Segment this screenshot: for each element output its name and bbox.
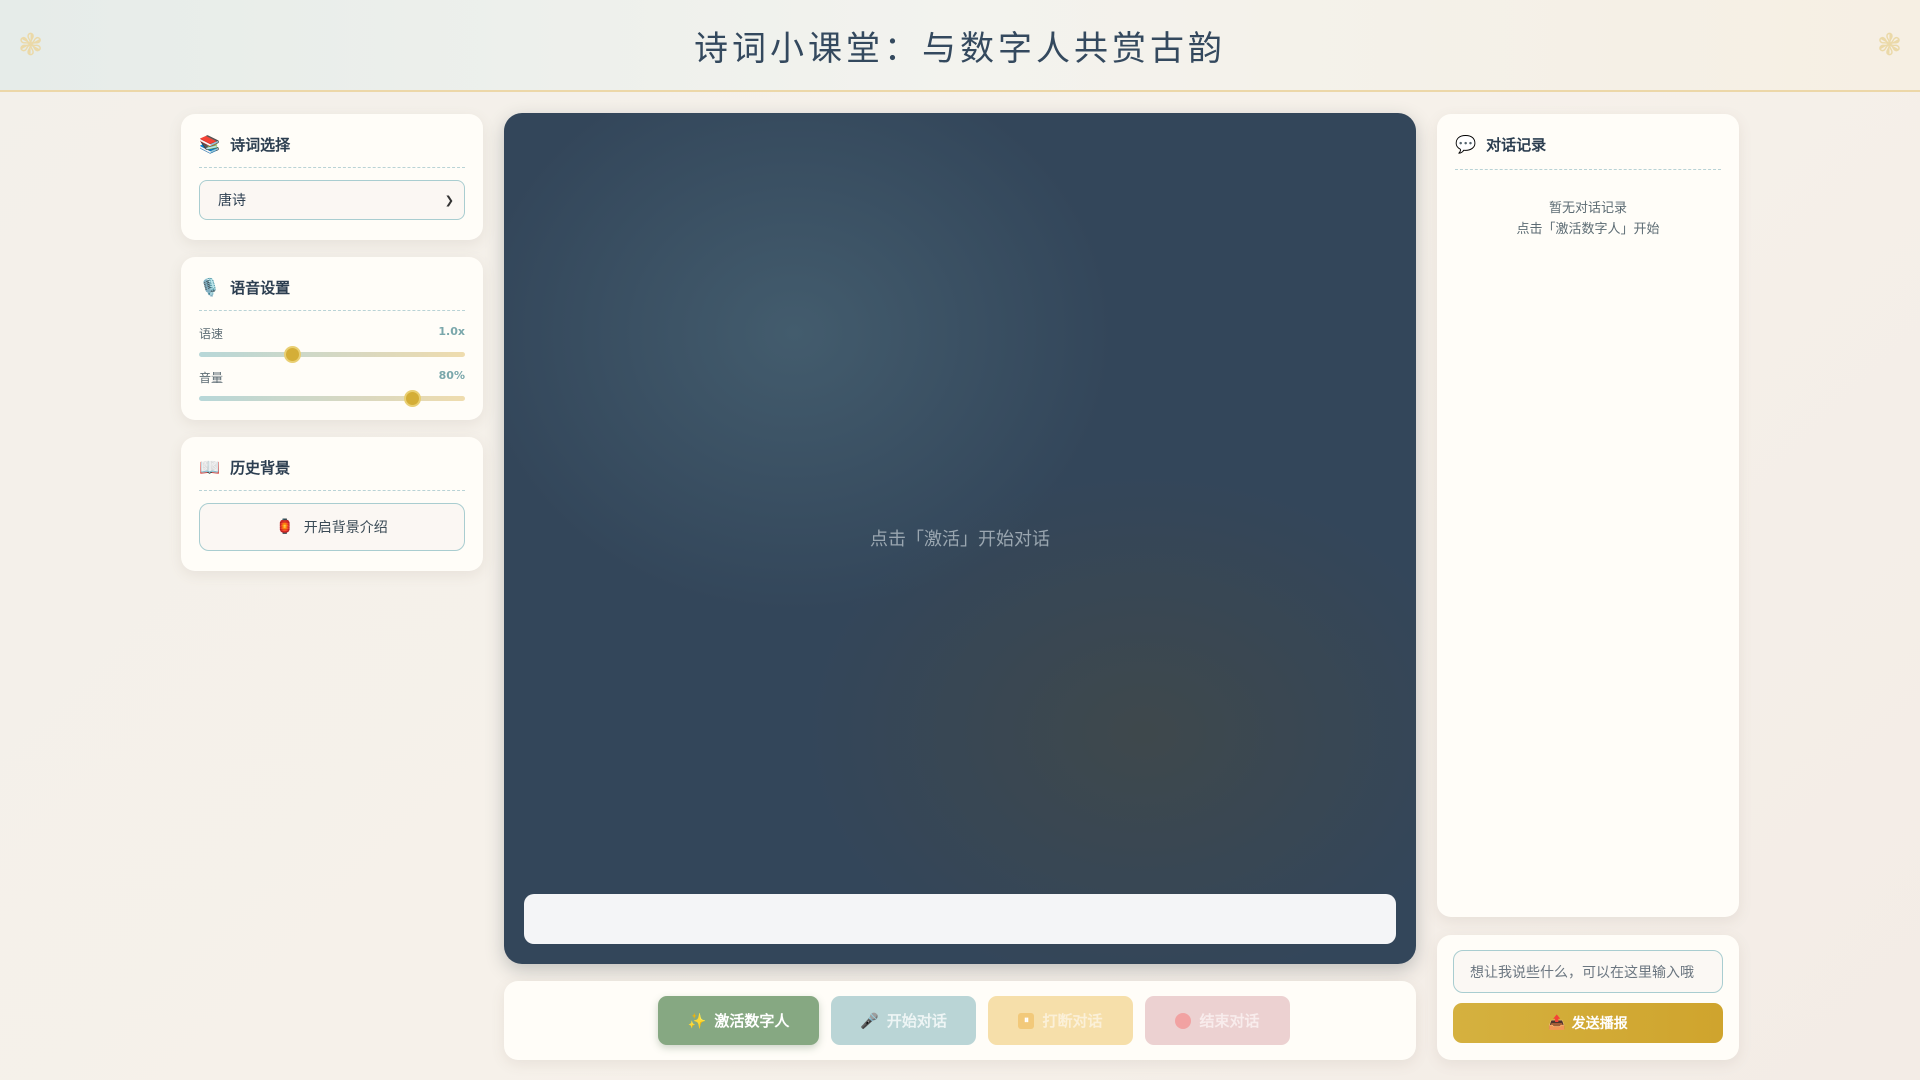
speed-slider[interactable] bbox=[199, 346, 465, 363]
flower-ornament-icon: ❃ bbox=[18, 28, 44, 63]
pause-icon: ⏸ bbox=[1018, 1012, 1035, 1029]
voice-settings-panel: 🎙️ 语音设置 语速 1.0x 音量 80% bbox=[181, 257, 483, 420]
broadcast-input-panel: 想让我说些什么，可以在这里输入哦 📤 发送播报 bbox=[1437, 935, 1739, 1060]
chat-log-panel: 💬 对话记录 暂无对话记录 点击「激活数字人」开始 bbox=[1437, 114, 1739, 917]
open-book-icon: 📖 bbox=[199, 457, 221, 478]
panel-title: 对话记录 bbox=[1486, 136, 1547, 154]
microphone-icon: 🎙️ bbox=[199, 277, 221, 298]
volume-slider[interactable] bbox=[199, 390, 465, 407]
button-label: 发送播报 bbox=[1571, 1016, 1628, 1032]
speed-label: 语速 bbox=[199, 327, 224, 341]
start-dialog-button[interactable]: 🎤 开始对话 bbox=[831, 996, 976, 1045]
button-label: 开启背景介绍 bbox=[303, 520, 388, 536]
outbox-icon: 📤 bbox=[1548, 1015, 1566, 1031]
volume-value: 80% bbox=[438, 369, 465, 382]
panel-header: 📚 诗词选择 bbox=[199, 134, 465, 168]
button-label: 结束对话 bbox=[1199, 1012, 1260, 1030]
panel-title: 语音设置 bbox=[230, 279, 291, 297]
slider-thumb[interactable] bbox=[284, 346, 302, 363]
lantern-icon: 🏮 bbox=[276, 519, 294, 535]
interrupt-button[interactable]: ⏸ 打断对话 bbox=[988, 996, 1133, 1045]
start-background-button[interactable]: 🏮 开启背景介绍 bbox=[199, 503, 465, 551]
panel-header: 📖 历史背景 bbox=[199, 457, 465, 491]
broadcast-text-input[interactable]: 想让我说些什么，可以在这里输入哦 bbox=[1453, 950, 1723, 993]
end-dialog-button[interactable]: 结束对话 bbox=[1145, 996, 1290, 1045]
page-title: 诗词小课堂：与数字人共赏古韵 bbox=[694, 28, 1226, 69]
panel-header: 🎙️ 语音设置 bbox=[199, 277, 465, 311]
send-broadcast-button[interactable]: 📤 发送播报 bbox=[1453, 1003, 1723, 1043]
speed-setting: 语速 1.0x bbox=[199, 325, 465, 363]
history-panel: 📖 历史背景 🏮 开启背景介绍 bbox=[181, 437, 483, 571]
stage-hint: 点击「激活」开始对话 bbox=[870, 529, 1050, 550]
panel-title: 诗词选择 bbox=[230, 136, 291, 154]
subtitle-bar bbox=[524, 894, 1396, 944]
volume-label: 音量 bbox=[199, 371, 224, 385]
button-label: 打断对话 bbox=[1042, 1012, 1103, 1030]
select-value: 唐诗 bbox=[218, 193, 246, 209]
empty-text: 暂无对话记录 bbox=[1548, 201, 1627, 216]
red-circle-icon bbox=[1175, 1012, 1192, 1029]
button-label: 开始对话 bbox=[886, 1012, 947, 1030]
slider-thumb[interactable] bbox=[403, 390, 421, 407]
speech-bubble-icon: 💬 bbox=[1455, 134, 1477, 155]
control-bar: ✨ 激活数字人 🎤 开始对话 ⏸ 打断对话 结束对话 bbox=[504, 981, 1416, 1060]
poem-type-select[interactable]: 唐诗 ❯ bbox=[199, 180, 465, 220]
poem-select-panel: 📚 诗词选择 唐诗 ❯ bbox=[181, 114, 483, 240]
app-header: ❃ 诗词小课堂：与数字人共赏古韵 ❃ bbox=[0, 0, 1920, 92]
flower-ornament-icon: ❃ bbox=[1876, 28, 1902, 63]
speed-value: 1.0x bbox=[438, 325, 465, 338]
chevron-down-icon: ❯ bbox=[444, 193, 454, 207]
digital-human-stage: 点击「激活」开始对话 bbox=[504, 113, 1416, 964]
panel-title: 历史背景 bbox=[230, 459, 291, 477]
button-label: 激活数字人 bbox=[714, 1012, 790, 1030]
chat-empty-state: 暂无对话记录 点击「激活数字人」开始 bbox=[1455, 198, 1721, 240]
books-icon: 📚 bbox=[199, 134, 221, 155]
activate-button[interactable]: ✨ 激活数字人 bbox=[658, 996, 819, 1045]
sparkles-icon: ✨ bbox=[687, 1011, 707, 1030]
volume-setting: 音量 80% bbox=[199, 369, 465, 407]
empty-hint: 点击「激活数字人」开始 bbox=[1516, 222, 1660, 237]
panel-header: 💬 对话记录 bbox=[1455, 134, 1721, 170]
microphone-icon: 🎤 bbox=[860, 1011, 879, 1030]
